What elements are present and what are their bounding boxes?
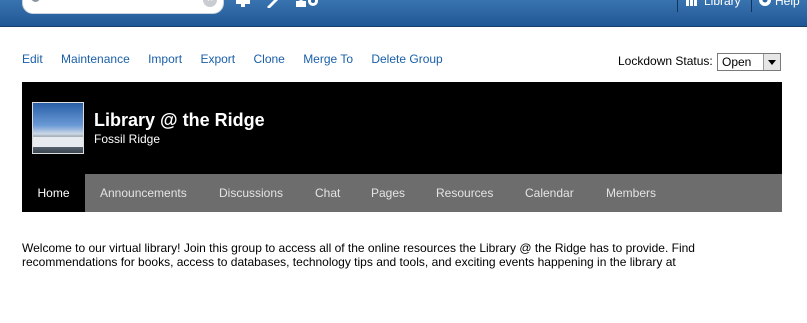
tab-calendar[interactable]: Calendar <box>525 174 574 212</box>
welcome-message: Welcome to our virtual library! Join thi… <box>22 241 695 269</box>
group-title: Library @ the Ridge <box>94 110 265 130</box>
tab-discussions[interactable]: Discussions <box>219 174 283 212</box>
toolbar-divider <box>751 0 752 12</box>
tab-resources[interactable]: Resources <box>436 174 493 212</box>
search-icon <box>31 0 40 2</box>
help-link[interactable]: Help <box>775 0 800 8</box>
tab-chat[interactable]: Chat <box>315 174 340 212</box>
wand-icon[interactable] <box>266 0 280 8</box>
tab-pages[interactable]: Pages <box>371 174 405 212</box>
help-icon <box>759 0 771 6</box>
group-tabs: Home Announcements Discussions Chat Page… <box>22 174 782 212</box>
tab-members[interactable]: Members <box>606 174 656 212</box>
chevron-down-icon[interactable] <box>763 54 780 70</box>
top-navigation-bar: × Library Help <box>0 0 807 27</box>
lockdown-status-label: Lockdown Status: <box>618 54 713 68</box>
group-banner: Library @ the Ridge Fossil Ridge <box>22 82 782 174</box>
library-link[interactable]: Library <box>704 0 741 8</box>
edit-link[interactable]: Edit <box>22 52 43 66</box>
monitor-icon[interactable] <box>236 0 250 8</box>
lockdown-status-select[interactable]: Open <box>717 53 781 71</box>
group-actions: Edit Maintenance Import Export Clone Mer… <box>22 52 458 66</box>
users-gear-icon[interactable] <box>295 0 321 8</box>
clone-link[interactable]: Clone <box>253 52 284 66</box>
group-subtitle: Fossil Ridge <box>94 132 161 146</box>
group-thumbnail <box>32 102 84 154</box>
import-link[interactable]: Import <box>148 52 182 66</box>
delete-group-link[interactable]: Delete Group <box>371 52 442 66</box>
toolbar-divider <box>677 0 678 12</box>
export-link[interactable]: Export <box>200 52 235 66</box>
tab-home[interactable]: Home <box>22 174 85 212</box>
maintenance-link[interactable]: Maintenance <box>61 52 130 66</box>
library-icon <box>686 0 697 6</box>
clear-search-icon[interactable]: × <box>203 0 217 7</box>
tab-announcements[interactable]: Announcements <box>100 174 187 212</box>
search-input[interactable]: × <box>22 0 224 14</box>
lockdown-status-value: Open <box>722 55 752 69</box>
merge-to-link[interactable]: Merge To <box>303 52 353 66</box>
